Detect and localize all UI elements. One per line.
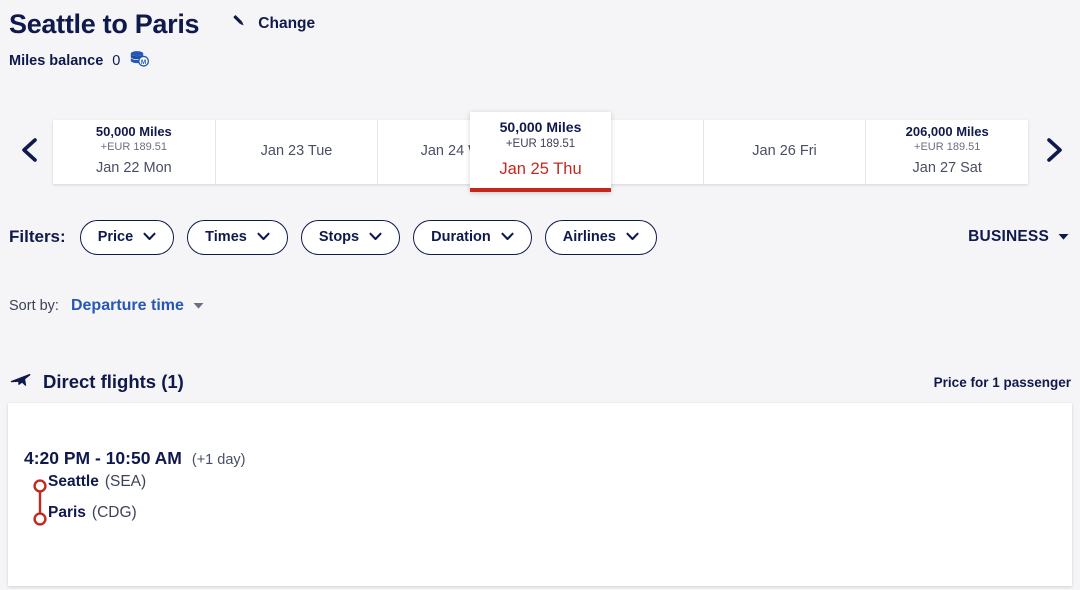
page-title: Seattle to Paris bbox=[9, 9, 200, 39]
filter-duration-button[interactable]: Duration bbox=[413, 219, 532, 255]
filter-label: Airlines bbox=[562, 229, 616, 245]
svg-text:M: M bbox=[141, 59, 146, 66]
flight-route: Seattle (SEA) Paris (CDG) bbox=[24, 473, 146, 535]
change-search-button[interactable]: Change bbox=[229, 11, 315, 40]
flight-times: 4:20 PM - 10:50 AM (+1 day) bbox=[24, 448, 246, 469]
miles-balance-label: Miles balance bbox=[9, 53, 104, 70]
pencil-icon bbox=[229, 11, 249, 36]
results-section-header: Direct flights (1) Price for 1 passenger bbox=[9, 368, 1071, 396]
results-title: Direct flights (1) bbox=[43, 371, 184, 392]
miles-balance: Miles balance 0 M bbox=[9, 49, 315, 73]
departure-arrival-times: 4:20 PM - 10:50 AM bbox=[24, 448, 182, 468]
cabin-class-selector[interactable]: BUSINESS bbox=[968, 228, 1071, 246]
day-date: Jan 22 Mon bbox=[95, 160, 172, 177]
filter-label: Stops bbox=[318, 229, 360, 245]
day-date: Jan 27 Sat bbox=[912, 160, 982, 177]
chevron-down-icon bbox=[501, 228, 514, 246]
sort-label: Sort by: bbox=[9, 298, 59, 314]
day-date: Jan 26 Fri bbox=[752, 143, 817, 160]
sort-value: Departure time bbox=[70, 297, 184, 314]
filter-label: Duration bbox=[431, 229, 491, 245]
filters-label: Filters: bbox=[9, 227, 66, 246]
cabin-class-label: BUSINESS bbox=[968, 228, 1049, 245]
flight-search-results-page: Seattle to Paris Change Miles balance 0 bbox=[0, 0, 1080, 590]
title-row: Seattle to Paris Change bbox=[9, 8, 315, 40]
page-header: Seattle to Paris Change Miles balance 0 bbox=[9, 8, 315, 73]
chevron-down-icon bbox=[257, 228, 270, 246]
day-miles: 50,000 Miles bbox=[95, 124, 172, 140]
date-carousel: 50,000 Miles +EUR 189.51 Jan 22 Mon Jan … bbox=[0, 112, 1080, 192]
filter-times-button[interactable]: Times bbox=[187, 219, 288, 255]
price-passenger-note: Price for 1 passenger bbox=[933, 374, 1071, 390]
day-miles: 50,000 Miles bbox=[499, 118, 582, 135]
filter-stops-button[interactable]: Stops bbox=[300, 219, 401, 255]
chevron-left-icon bbox=[19, 137, 41, 168]
day-date: Jan 25 Thu bbox=[499, 159, 582, 178]
carousel-day-4[interactable]: Jan 26 Fri bbox=[704, 120, 867, 184]
caret-down-icon bbox=[1057, 228, 1070, 246]
carousel-day-selected[interactable]: 50,000 Miles +EUR 189.51 Jan 25 Thu bbox=[470, 112, 611, 192]
miles-balance-value: 0 bbox=[112, 53, 121, 70]
carousel-day-5[interactable]: 206,000 Miles +EUR 189.51 Jan 27 Sat bbox=[866, 120, 1028, 184]
day-price: +EUR 189.51 bbox=[100, 141, 168, 154]
carousel-day-0[interactable]: 50,000 Miles +EUR 189.51 Jan 22 Mon bbox=[53, 120, 216, 184]
caret-down-icon bbox=[192, 297, 205, 315]
route-line-icon bbox=[33, 479, 47, 526]
filter-label: Times bbox=[205, 229, 247, 245]
carousel-next-button[interactable] bbox=[1036, 134, 1072, 170]
filter-label: Price bbox=[97, 229, 134, 245]
carousel-day-1[interactable]: Jan 23 Tue bbox=[216, 120, 379, 184]
sort-selector[interactable]: Departure time bbox=[71, 297, 205, 315]
miles-coins-icon: M bbox=[129, 49, 150, 73]
chevron-down-icon bbox=[626, 228, 639, 246]
day-price: +EUR 189.51 bbox=[914, 141, 981, 154]
filters-bar: Filters: Price Times Stops Duration Airl… bbox=[9, 218, 1071, 256]
origin-city: Seattle bbox=[48, 473, 99, 490]
airplane-icon bbox=[9, 368, 32, 396]
destination-code: (CDG) bbox=[91, 504, 137, 521]
chevron-right-icon bbox=[1043, 137, 1065, 168]
day-offset-label: (+1 day) bbox=[191, 452, 246, 468]
origin-code: (SEA) bbox=[104, 473, 147, 490]
change-label: Change bbox=[258, 14, 316, 32]
day-price: +EUR 189.51 bbox=[505, 138, 576, 151]
filter-airlines-button[interactable]: Airlines bbox=[544, 219, 657, 255]
filter-price-button[interactable]: Price bbox=[79, 219, 175, 255]
day-date: Jan 23 Tue bbox=[260, 143, 333, 160]
carousel-prev-button[interactable] bbox=[12, 134, 48, 170]
sort-bar: Sort by: Departure time bbox=[9, 297, 205, 315]
chevron-down-icon bbox=[369, 228, 382, 246]
chevron-down-icon bbox=[143, 228, 156, 246]
flight-result-card[interactable]: 4:20 PM - 10:50 AM (+1 day) Seattle (SEA… bbox=[8, 403, 1072, 586]
destination-city: Paris bbox=[48, 504, 86, 521]
day-miles: 206,000 Miles bbox=[905, 124, 989, 140]
